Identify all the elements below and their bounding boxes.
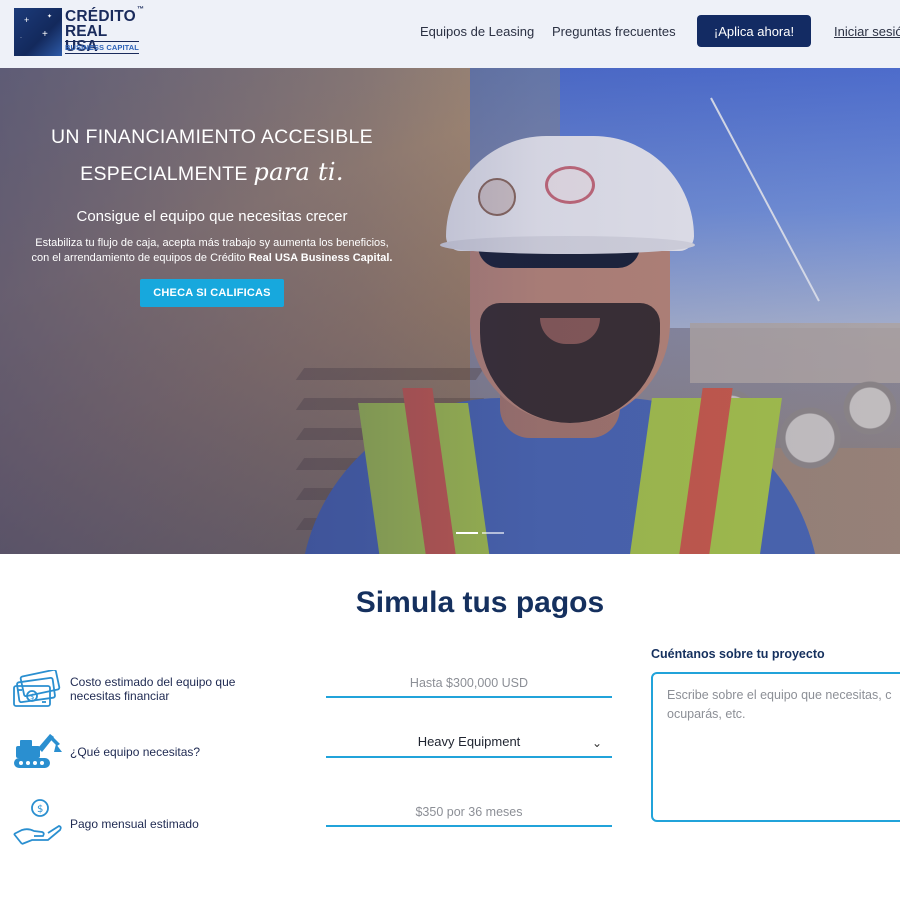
excavator-icon — [12, 728, 64, 781]
carousel-indicator-active[interactable] — [456, 532, 478, 534]
project-textarea[interactable]: Escribe sobre el equipo que necesitas, c… — [651, 672, 900, 822]
hero-title-line-1: UN FINANCIAMIENTO ACCESIBLE — [51, 126, 373, 148]
logo-emblem-icon: + ✦ · + — [14, 8, 62, 56]
money-bills-icon: $ — [12, 668, 62, 713]
equipment-cost-label: Costo estimado del equipo que necesitas … — [70, 675, 236, 703]
hero-title-prefix: ESPECIALMENTE — [80, 163, 248, 185]
nav-faq-link[interactable]: Preguntas frecuentes — [552, 24, 676, 39]
check-eligibility-button[interactable]: CHECA SI CALIFICAS — [140, 279, 284, 307]
monthly-payment-label: Pago mensual estimado — [70, 817, 199, 831]
hero-title-line-2: ESPECIALMENTE para ti. — [0, 158, 424, 186]
equipment-type-select[interactable]: Heavy Equipment ⌄ — [326, 734, 612, 758]
hero-carousel: UN FINANCIAMIENTO ACCESIBLE ESPECIALMENT… — [0, 68, 900, 554]
svg-text:$: $ — [37, 804, 43, 815]
svg-text:$: $ — [30, 693, 34, 701]
site-header: + ✦ · + CRÉDITO ™ REAL USA BUSINESS CAPI… — [0, 0, 900, 68]
chevron-down-icon: ⌄ — [591, 736, 602, 750]
logo-divider — [65, 53, 139, 54]
carousel-indicator[interactable] — [482, 532, 504, 534]
hero-title-script: para ti. — [253, 158, 344, 186]
hero-body-line-1: Estabiliza tu flujo de caja, acepta más … — [35, 237, 389, 249]
project-label: Cuéntanos sobre tu proyecto — [651, 647, 825, 661]
monthly-payment-input[interactable]: $350 por 36 meses — [326, 805, 612, 827]
equipment-cost-input[interactable]: Hasta $300,000 USD — [326, 676, 612, 698]
hand-coin-icon: $ — [12, 798, 64, 855]
logo-trademark: ™ — [137, 6, 144, 13]
logo-divider — [65, 41, 139, 42]
login-link[interactable]: Iniciar sesión — [834, 24, 900, 39]
equipment-type-label: ¿Qué equipo necesitas? — [70, 745, 201, 759]
equipment-type-selected: Heavy Equipment — [417, 734, 521, 749]
brand-logo[interactable]: + ✦ · + CRÉDITO ™ REAL USA BUSINESS CAPI… — [14, 6, 144, 58]
hero-body-prefix: con el arrendamiento de equipos de Crédi… — [31, 252, 246, 264]
hero-subtitle: Consigue el equipo que necesitas crecer — [76, 208, 348, 225]
hero-body-line-2: con el arrendamiento de equipos de Crédi… — [0, 252, 424, 264]
hero-body-brand: Real USA Business Capital. — [248, 252, 393, 264]
simulator-title: Simula tus pagos — [355, 586, 605, 619]
apply-now-button[interactable]: ¡Aplica ahora! — [697, 15, 811, 47]
logo-line-3: BUSINESS CAPITAL — [65, 43, 139, 52]
nav-leasing-link[interactable]: Equipos de Leasing — [420, 24, 534, 39]
logo-line-1: CRÉDITO — [65, 8, 136, 25]
